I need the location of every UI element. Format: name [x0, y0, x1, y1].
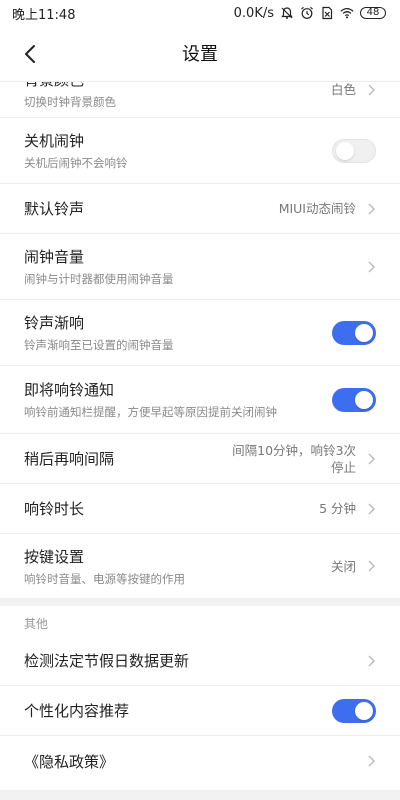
setting-subtitle: 关机后闹钟不会响铃	[24, 156, 128, 170]
chevron-right-icon	[366, 502, 376, 516]
setting-value: MIUI动态闹铃	[278, 201, 356, 216]
chevron-right-icon	[366, 654, 376, 668]
alarm-clock-icon	[300, 6, 314, 20]
setting-value: 白色	[330, 82, 356, 97]
toggle-knob	[355, 323, 373, 342]
chevron-right-icon	[366, 260, 376, 274]
setting-personalized-content[interactable]: 个性化内容推荐	[0, 686, 400, 736]
setting-shutdown-alarm[interactable]: 关机闹钟 关机后闹钟不会响铃	[0, 118, 400, 184]
page-title: 设置	[182, 44, 218, 65]
battery-level: 48	[366, 7, 380, 18]
chevron-right-icon	[366, 83, 376, 97]
setting-upcoming-notice[interactable]: 即将响铃通知 响铃前通知栏提醒，方便早起等原因提前关闭闹钟	[0, 366, 400, 434]
section-label-other: 其他	[24, 617, 49, 631]
setting-subtitle: 切换时钟背景颜色	[24, 95, 116, 109]
setting-title: 即将响铃通知	[24, 381, 115, 399]
setting-snooze-interval[interactable]: 稍后再响间隔 间隔10分钟，响铃3次 停止	[0, 434, 400, 484]
section-divider	[0, 598, 400, 606]
mute-bell-icon	[280, 6, 294, 20]
setting-title: 关机闹钟	[24, 132, 85, 150]
setting-ring-duration[interactable]: 响铃时长 5 分钟	[0, 484, 400, 534]
setting-title: 个性化内容推荐	[24, 702, 130, 720]
bottom-spacer	[0, 790, 400, 800]
setting-background-color[interactable]: 背景颜色 切换时钟背景颜色 白色	[0, 80, 400, 118]
setting-title: 检测法定节假日数据更新	[24, 652, 190, 670]
chevron-right-icon	[366, 754, 376, 768]
setting-holiday-update[interactable]: 检测法定节假日数据更新	[0, 636, 400, 686]
setting-value: 关闭	[330, 558, 356, 574]
setting-subtitle: 响铃时音量、电源等按键的作用	[24, 571, 185, 586]
header-divider	[0, 80, 400, 82]
setting-title: 闹钟音量	[24, 248, 85, 266]
toggle-knob	[336, 141, 354, 160]
shutdown-alarm-toggle[interactable]	[332, 138, 376, 163]
personalized-content-toggle[interactable]	[332, 698, 376, 723]
status-bar: 晚上11:48 0.0K/s 48	[0, 0, 400, 26]
setting-title: 响铃时长	[24, 500, 85, 518]
setting-button-settings[interactable]: 按键设置 响铃时音量、电源等按键的作用 关闭	[0, 534, 400, 598]
setting-alarm-volume[interactable]: 闹钟音量 闹钟与计时器都使用闹钟音量	[0, 234, 400, 300]
setting-subtitle: 闹钟与计时器都使用闹钟音量	[24, 272, 174, 286]
setting-privacy-policy[interactable]: 《隐私政策》	[0, 736, 400, 786]
setting-value: 5 分钟	[319, 501, 356, 516]
setting-default-ringtone[interactable]: 默认铃声 MIUI动态闹铃	[0, 184, 400, 234]
settings-list: 背景颜色 切换时钟背景颜色 白色 关机闹钟 关机后闹钟不会响铃 默认铃声 MIU…	[0, 80, 400, 800]
fade-in-toggle[interactable]	[332, 320, 376, 345]
setting-title: 稍后再响间隔	[24, 450, 115, 468]
chevron-right-icon	[366, 559, 376, 573]
chevron-right-icon	[366, 202, 376, 216]
setting-title: 默认铃声	[24, 200, 85, 218]
wifi-icon	[340, 6, 354, 20]
toggle-knob	[355, 701, 373, 720]
setting-title: 按键设置	[24, 547, 85, 566]
upcoming-notice-toggle[interactable]	[332, 387, 376, 412]
app-header: 设置	[0, 26, 400, 80]
setting-subtitle: 铃声渐响至已设置的闹钟音量	[24, 338, 174, 352]
status-icons: 0.0K/s 48	[234, 6, 386, 21]
chevron-right-icon	[366, 452, 376, 466]
setting-title: 铃声渐响	[24, 314, 85, 332]
setting-title: 《隐私政策》	[24, 752, 115, 771]
status-time: 晚上11:48	[12, 7, 76, 23]
back-button[interactable]	[18, 42, 42, 66]
battery-icon: 48	[360, 7, 386, 19]
toggle-knob	[355, 390, 373, 409]
snooze-value-line1: 间隔10分钟，响铃3次	[232, 442, 356, 458]
setting-subtitle: 响铃前通知栏提醒，方便早起等原因提前关闭闹钟	[24, 405, 277, 419]
setting-value: 间隔10分钟，响铃3次 停止	[232, 442, 356, 476]
network-speed: 0.0K/s	[233, 5, 274, 21]
no-sim-icon	[320, 6, 334, 20]
setting-fade-in[interactable]: 铃声渐响 铃声渐响至已设置的闹钟音量	[0, 300, 400, 366]
back-arrow-icon	[25, 45, 35, 63]
snooze-value-line2: 停止	[330, 459, 356, 475]
